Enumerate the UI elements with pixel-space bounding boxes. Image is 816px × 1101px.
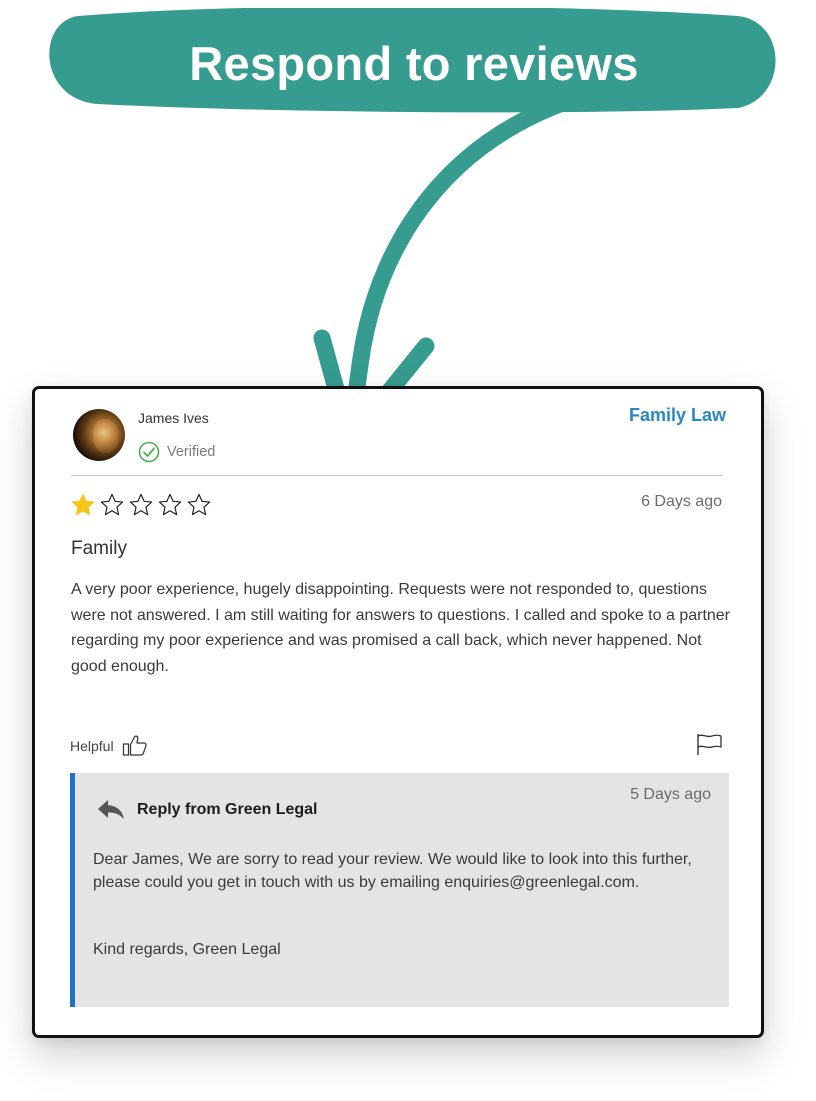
- helpful-button[interactable]: Helpful: [70, 734, 148, 758]
- avatar: [73, 409, 125, 461]
- author-name: James Ives: [138, 410, 209, 426]
- reply-heading: Reply from Green Legal: [137, 801, 318, 818]
- star-filled-icon: [71, 493, 95, 516]
- star-empty-icon: [158, 493, 182, 516]
- reply-panel: Reply from Green Legal 5 Days ago Dear J…: [70, 773, 729, 1007]
- flag-icon[interactable]: [695, 732, 723, 756]
- star-rating: [70, 492, 212, 518]
- reply-header: Reply from Green Legal: [97, 799, 318, 821]
- thumbs-up-icon[interactable]: [122, 734, 148, 758]
- review-date: 6 Days ago: [641, 493, 722, 510]
- star-empty-icon: [100, 493, 124, 516]
- banner: Respond to reviews: [48, 8, 780, 114]
- star-empty-icon: [129, 493, 153, 516]
- check-circle-icon: [138, 441, 160, 463]
- verified-badge: Verified: [138, 441, 215, 463]
- reply-body: Dear James, We are sorry to read your re…: [93, 851, 692, 891]
- reply-signoff: Kind regards, Green Legal: [93, 941, 281, 958]
- reply-arrow-icon: [98, 800, 124, 819]
- helpful-label: Helpful: [70, 738, 114, 754]
- banner-title: Respond to reviews: [189, 37, 639, 90]
- star-empty-icon: [187, 493, 211, 516]
- review-body: A very poor experience, hugely disappoin…: [71, 581, 731, 675]
- category-link[interactable]: Family Law: [629, 405, 726, 426]
- review-card: James Ives Verified Family Law 6 Days ag…: [32, 386, 764, 1038]
- reply-date: 5 Days ago: [630, 786, 711, 803]
- divider: [71, 475, 723, 476]
- verified-label: Verified: [167, 444, 216, 460]
- review-title: Family: [71, 538, 127, 559]
